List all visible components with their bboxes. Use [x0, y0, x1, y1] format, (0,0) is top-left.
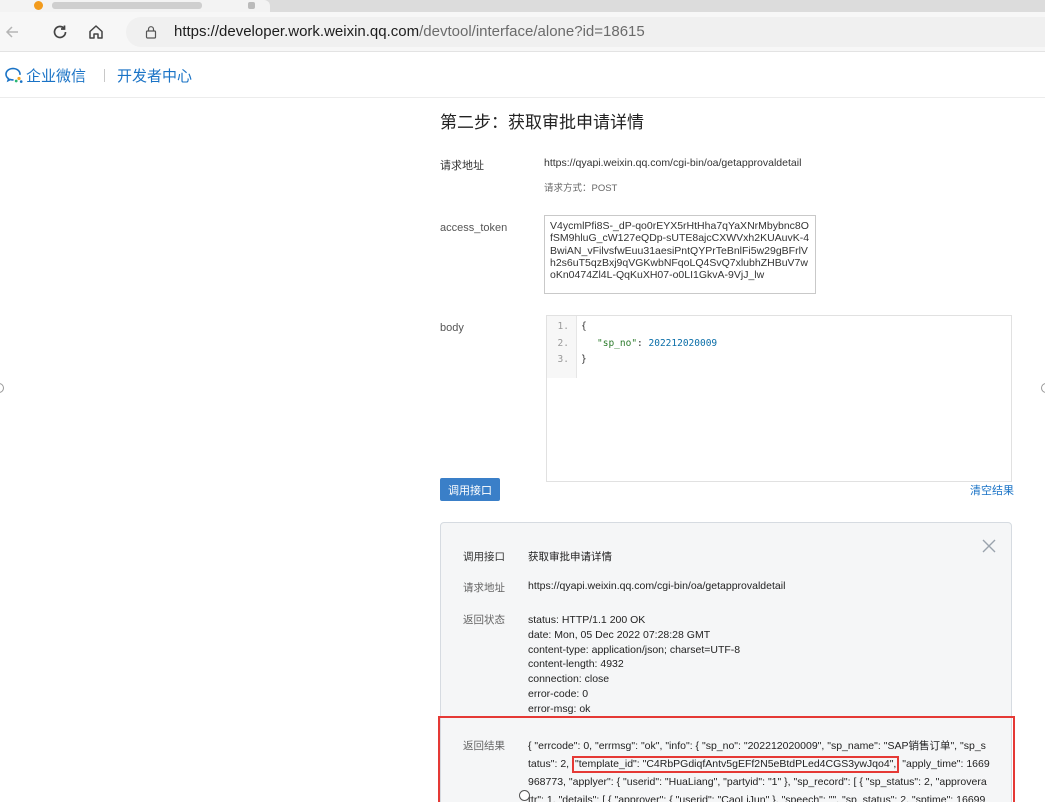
reload-icon [53, 25, 67, 39]
reload-button[interactable] [48, 20, 72, 44]
status-line: connection: close [528, 673, 610, 686]
result-url: https://qyapi.weixin.qq.com/cgi-bin/oa/g… [528, 580, 786, 592]
line-number: 3. [557, 354, 569, 365]
code-text: } [581, 354, 587, 365]
url-text[interactable]: https://developer.work.weixin.qq.com/dev… [174, 23, 645, 40]
url-host: https://developer.work.weixin.qq.com [174, 23, 420, 40]
browser-toolbar: https://developer.work.weixin.qq.com/dev… [0, 12, 1045, 52]
status-line: content-type: application/json; charset=… [528, 643, 741, 656]
developer-center-link[interactable]: 开发者中心 [117, 65, 192, 86]
arrow-left-icon [5, 26, 18, 38]
address-bar[interactable]: https://developer.work.weixin.qq.com/dev… [126, 17, 1045, 47]
response-body[interactable]: { "errcode": 0, "errmsg": "ok", "info": … [528, 737, 1009, 802]
result-api-label: 调用接口 [463, 551, 505, 563]
home-icon [89, 25, 103, 39]
response-line: 968773, "applyer": { "userid": "HuaLiang… [528, 776, 987, 788]
access-token-label: access_token [440, 222, 508, 234]
tab-favicon-icon [34, 1, 43, 10]
resize-handle-right[interactable] [1041, 383, 1045, 393]
step-title: 第二步：获取审批申请详情 [440, 113, 644, 133]
status-line: date: Mon, 05 Dec 2022 07:28:28 GMT [528, 628, 711, 641]
close-icon[interactable] [981, 538, 997, 554]
template-id-highlight: "template_id": "C4RbPGdiqfAntv5gEFf2N5eB… [572, 756, 900, 773]
result-body-label: 返回结果 [463, 740, 505, 752]
code-text: "sp_no": 202212020009 [597, 338, 717, 349]
status-line: status: HTTP/1.1 200 OK [528, 614, 646, 626]
status-line: error-msg: ok [528, 702, 591, 715]
response-line: { "errcode": 0, "errmsg": "ok", "info": … [528, 740, 986, 752]
browser-tab-strip [0, 0, 1045, 12]
response-line: tatus": 2, "template_id": "C4RbPGdiqfAnt… [528, 755, 1009, 773]
json-colon: : [637, 338, 649, 349]
result-url-label: 请求地址 [463, 582, 505, 594]
response-fragment: "apply_time": 1669 [899, 758, 990, 770]
json-key: "sp_no" [597, 338, 638, 349]
response-fragment: tatus": 2, [528, 758, 570, 770]
header-divider [104, 69, 105, 82]
code-text: { [581, 321, 587, 332]
tab-title [52, 2, 202, 9]
back-button[interactable] [0, 20, 24, 44]
clear-results-link[interactable]: 清空结果 [970, 482, 1014, 498]
result-status-label: 返回状态 [463, 614, 505, 626]
brand-name[interactable]: 企业微信 [26, 65, 86, 86]
response-line: ttr": 1, "details": [ { "approver": { "u… [528, 794, 986, 802]
wecom-logo-icon[interactable] [4, 66, 24, 84]
status-line: content-length: 4932 [528, 658, 624, 671]
request-url: https://qyapi.weixin.qq.com/cgi-bin/oa/g… [544, 157, 802, 169]
json-value: 202212020009 [648, 338, 718, 349]
url-path: /devtool/interface/alone?id=18615 [419, 23, 645, 40]
site-header: 企业微信 开发者中心 [0, 52, 1045, 98]
access-token-field[interactable]: V4ycmlPfi8S-_dP-qo0rEYX5rHtHha7qYaXNrMby… [544, 215, 816, 294]
response-status-lines: status: HTTP/1.1 200 OK date: Mon, 05 De… [528, 613, 740, 717]
cursor-marker [519, 790, 530, 801]
line-number: 2. [557, 338, 569, 349]
status-line: error-code: 0 [528, 687, 589, 700]
home-button[interactable] [84, 20, 108, 44]
request-url-label: 请求地址 [440, 160, 484, 172]
result-api-name: 获取审批申请详情 [528, 551, 612, 563]
browser-tab[interactable] [0, 0, 270, 12]
request-method: 请求方式：POST [544, 183, 618, 194]
tab-close-icon[interactable] [248, 2, 255, 9]
line-number: 1. [557, 321, 569, 332]
invoke-api-button[interactable]: 调用接口 [440, 478, 500, 501]
body-label: body [440, 322, 464, 334]
resize-handle-left[interactable] [0, 383, 4, 393]
body-code-editor[interactable]: 1. { 2. "sp_no": 202212020009 3. } [546, 315, 1012, 482]
lock-icon[interactable] [144, 25, 158, 39]
